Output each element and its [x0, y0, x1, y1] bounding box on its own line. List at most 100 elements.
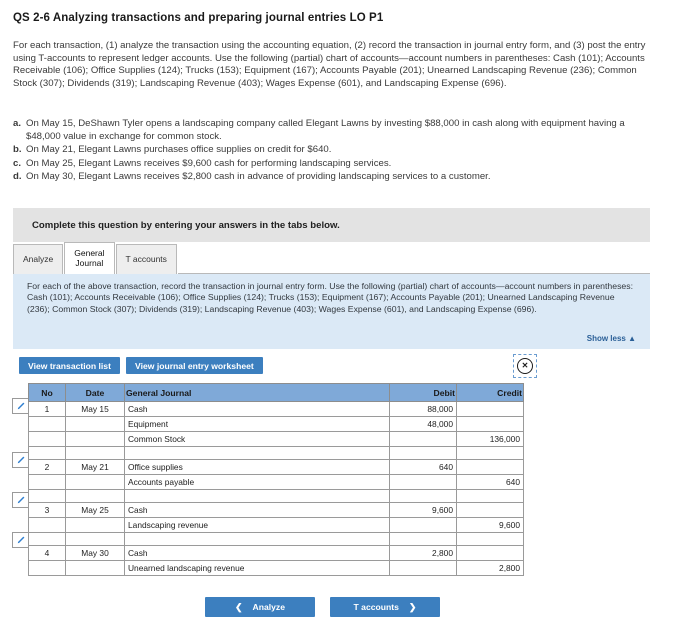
edit-row-button[interactable]: [12, 532, 29, 548]
cell-credit[interactable]: [456, 459, 524, 475]
transaction-item-letter: b.: [13, 144, 22, 156]
cell-account[interactable]: [124, 532, 390, 546]
general-journal-table: No Date General Journal Debit Credit 1 May 15…: [28, 383, 524, 576]
cell-debit[interactable]: [389, 517, 457, 533]
show-less-link[interactable]: Show less ▲: [587, 334, 636, 343]
next-button-label: T accounts: [353, 602, 399, 612]
tab-filler: [177, 241, 650, 274]
cell-no: [28, 517, 66, 533]
edit-row-button[interactable]: [12, 398, 29, 414]
table-spacer-row: [28, 489, 524, 503]
instruction-banner-text: Complete this question by entering your …: [32, 219, 340, 231]
cell-debit[interactable]: 88,000: [389, 401, 457, 417]
cell-debit[interactable]: 640: [389, 459, 457, 475]
transaction-item: d. On May 30, Elegant Lawns receives $2,8…: [13, 171, 653, 184]
tab-general-journal-line1: General: [74, 248, 105, 258]
transaction-item-text: On May 25, Elegant Lawns receives $9,600…: [26, 157, 392, 169]
exercise-page: QS 2-6 Analyzing transactions and prepar…: [0, 0, 700, 637]
col-credit-header: Credit: [456, 383, 524, 402]
cell-debit[interactable]: [389, 431, 457, 447]
table-row: 2 May 21 Office supplies 640: [28, 459, 524, 475]
cell-account[interactable]: [124, 489, 390, 503]
cell-credit[interactable]: [456, 401, 524, 417]
cell-date: [65, 517, 125, 533]
cell-no: [28, 474, 66, 490]
tab-bar: Analyze General Journal T accounts: [13, 242, 650, 274]
close-icon-container[interactable]: ✕: [513, 354, 537, 378]
cell-account[interactable]: [124, 446, 390, 460]
pencil-icon: [17, 402, 25, 409]
cell-credit[interactable]: 2,800: [456, 560, 524, 576]
table-spacer-row: [28, 532, 524, 546]
cell-debit[interactable]: 48,000: [389, 416, 457, 432]
edit-row-button[interactable]: [12, 452, 29, 468]
transaction-item-letter: a.: [13, 118, 22, 129]
cell-credit[interactable]: 9,600: [456, 517, 524, 533]
cell-date: [65, 416, 125, 432]
table-header-row: No Date General Journal Debit Credit: [28, 383, 524, 402]
next-t-accounts-button[interactable]: T accounts ❯: [330, 597, 440, 617]
cell-no: [28, 532, 66, 546]
instruction-banner: Complete this question by entering your …: [13, 208, 650, 242]
col-general-journal-header: General Journal: [124, 383, 390, 402]
cell-credit[interactable]: [456, 416, 524, 432]
transaction-list: a. On May 15, DeShawn Tyler opens a lands…: [13, 118, 653, 185]
cell-account[interactable]: Landscaping revenue: [124, 517, 390, 533]
page-title: QS 2-6 Analyzing transactions and prepar…: [13, 12, 384, 24]
cell-debit[interactable]: [389, 489, 457, 503]
cell-credit[interactable]: [456, 489, 524, 503]
table-row: 1 May 15 Cash 88,000: [28, 401, 524, 417]
view-journal-entry-worksheet-button[interactable]: View journal entry worksheet: [126, 357, 263, 374]
transaction-item-letter: d.: [13, 171, 22, 183]
cell-debit[interactable]: [389, 474, 457, 490]
info-panel: For each of the above transaction, recor…: [13, 274, 650, 349]
cell-debit[interactable]: 2,800: [389, 545, 457, 561]
cell-account[interactable]: Accounts payable: [124, 474, 390, 490]
cell-credit[interactable]: [456, 446, 524, 460]
cell-no: 2: [28, 459, 66, 475]
table-body: 1 May 15 Cash 88,000 Equipment 48,000 Common S…: [28, 401, 524, 576]
cell-credit[interactable]: 136,000: [456, 431, 524, 447]
cell-account[interactable]: Office supplies: [124, 459, 390, 475]
cell-account[interactable]: Unearned landscaping revenue: [124, 560, 390, 576]
table-row: 4 May 30 Cash 2,800: [28, 545, 524, 561]
cell-account[interactable]: Cash: [124, 401, 390, 417]
tab-general-journal[interactable]: General Journal: [64, 242, 115, 274]
cell-account[interactable]: Cash: [124, 502, 390, 518]
tab-general-journal-line2: Journal: [75, 257, 104, 268]
view-transaction-list-button[interactable]: View transaction list: [19, 357, 120, 374]
tab-t-accounts[interactable]: T accounts: [115, 244, 177, 274]
cell-account[interactable]: Equipment: [124, 416, 390, 432]
transaction-item: a. On May 15, DeShawn Tyler opens a lands…: [13, 118, 653, 143]
pencil-icon: [17, 456, 25, 463]
cell-no: 3: [28, 502, 66, 518]
cell-date: [65, 560, 125, 576]
cell-credit[interactable]: 640: [456, 474, 524, 490]
cell-credit[interactable]: [456, 545, 524, 561]
cell-debit[interactable]: [389, 532, 457, 546]
tab-analyze[interactable]: Analyze: [13, 244, 64, 274]
cell-account[interactable]: Common Stock: [124, 431, 390, 447]
cell-debit[interactable]: [389, 446, 457, 460]
table-row: Unearned landscaping revenue 2,800: [28, 560, 524, 576]
col-debit-header: Debit: [389, 383, 457, 402]
cell-no: [28, 489, 66, 503]
cell-date: [65, 474, 125, 490]
edit-row-button[interactable]: [12, 492, 29, 508]
cell-credit[interactable]: [456, 502, 524, 518]
close-circle-icon: ✕: [517, 358, 533, 374]
intro-paragraph: For each transaction, (1) analyze the tr…: [13, 40, 646, 89]
cell-debit[interactable]: [389, 560, 457, 576]
tab-general-journal-label: General Journal: [74, 248, 105, 268]
tab-analyze-label: Analyze: [23, 253, 54, 264]
cell-debit[interactable]: 9,600: [389, 502, 457, 518]
cell-credit[interactable]: [456, 532, 524, 546]
cell-date: [65, 446, 125, 460]
cell-date: May 30: [65, 545, 125, 561]
table-row: Accounts payable 640: [28, 474, 524, 490]
table-row: Common Stock 136,000: [28, 431, 524, 447]
transaction-item-letter: c.: [13, 157, 22, 169]
prev-analyze-button[interactable]: ❮ Analyze: [205, 597, 315, 617]
transaction-item-text: On May 21, Elegant Lawns purchases offic…: [26, 144, 332, 156]
cell-account[interactable]: Cash: [124, 545, 390, 561]
